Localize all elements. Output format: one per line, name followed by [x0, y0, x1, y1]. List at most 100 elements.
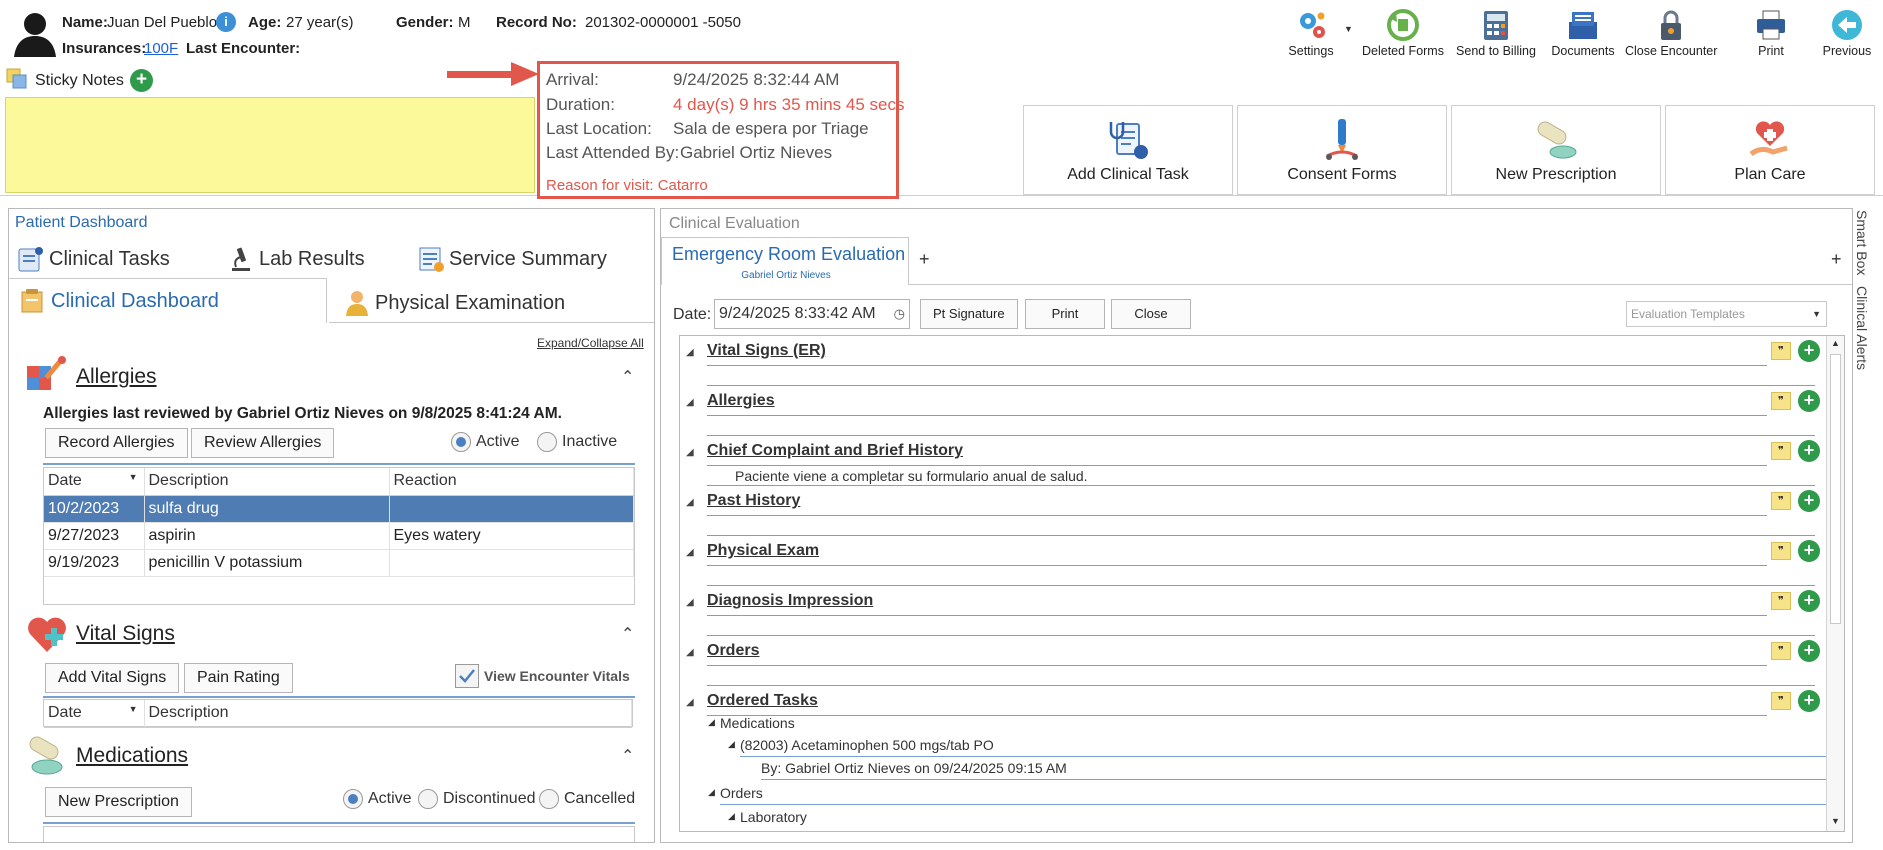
- tree-expand-icon[interactable]: ◢: [708, 717, 715, 728]
- medications-section-title[interactable]: Medications: [76, 744, 188, 768]
- add-clinical-task-button[interactable]: Add Clinical Task: [1023, 105, 1233, 195]
- tab-emergency-room-evaluation[interactable]: Emergency Room Evaluation Gabriel Ortiz …: [661, 237, 909, 285]
- vitals-divider: [43, 696, 635, 698]
- allergies-inactive-radio[interactable]: Inactive: [537, 432, 617, 452]
- view-encounter-vitals-checkbox[interactable]: View Encounter Vitals: [455, 664, 630, 688]
- tab-clinical-dashboard[interactable]: Clinical Dashboard: [9, 278, 327, 323]
- add-entry-button[interactable]: +: [1798, 540, 1820, 562]
- evaluation-print-button[interactable]: Print: [1025, 299, 1105, 329]
- add-sticky-note-button[interactable]: +: [130, 69, 153, 92]
- add-entry-button[interactable]: +: [1798, 590, 1820, 612]
- tree-expand-icon[interactable]: ◢: [728, 739, 735, 750]
- insurance-link[interactable]: 100F: [144, 40, 178, 57]
- tab-clinical-tasks[interactable]: Clinical Tasks: [17, 245, 170, 273]
- send-to-billing-button[interactable]: Send to Billing: [1450, 6, 1542, 66]
- deleted-forms-button[interactable]: Deleted Forms: [1357, 6, 1449, 66]
- settings-dropdown-icon[interactable]: ▼: [1344, 24, 1353, 34]
- medications-discontinued-radio[interactable]: Discontinued: [418, 789, 536, 809]
- expand-triangle-icon[interactable]: ◢: [686, 547, 694, 558]
- table-row[interactable]: 9/19/2023 penicillin V potassium: [44, 549, 634, 577]
- add-tab-right-button[interactable]: +: [1831, 249, 1842, 270]
- smart-box-tab[interactable]: Smart Box: [1854, 210, 1870, 275]
- section-rule: [707, 565, 1767, 566]
- expand-triangle-icon[interactable]: ◢: [686, 497, 694, 508]
- sticky-notes-area[interactable]: [5, 97, 535, 193]
- record-allergies-button[interactable]: Record Allergies: [45, 428, 188, 458]
- comment-icon[interactable]: ❞: [1771, 392, 1791, 410]
- col-date[interactable]: Date ▼: [44, 468, 145, 496]
- scroll-down-icon[interactable]: ▼: [1831, 816, 1840, 826]
- section-title[interactable]: Vital Signs (ER): [707, 342, 826, 360]
- expand-collapse-all-link[interactable]: Expand/Collapse All: [537, 336, 644, 350]
- comment-icon[interactable]: ❞: [1771, 442, 1791, 460]
- table-row[interactable]: 9/27/2023 aspirin Eyes watery: [44, 522, 634, 550]
- add-entry-button[interactable]: +: [1798, 490, 1820, 512]
- tree-expand-icon[interactable]: ◢: [708, 787, 715, 798]
- tab-lab-results[interactable]: Lab Results: [227, 245, 365, 273]
- expand-triangle-icon[interactable]: ◢: [686, 397, 694, 408]
- add-entry-button[interactable]: +: [1798, 440, 1820, 462]
- tab-physical-examination[interactable]: Physical Examination: [329, 284, 654, 323]
- settings-button[interactable]: Settings: [1265, 6, 1357, 66]
- consent-forms-button[interactable]: Consent Forms: [1237, 105, 1447, 195]
- chief-complaint-text: Paciente viene a completar su formulario…: [735, 468, 1088, 484]
- plan-care-button[interactable]: Plan Care: [1665, 105, 1875, 195]
- medications-collapse-icon[interactable]: ⌃: [621, 746, 634, 766]
- medications-cancelled-radio[interactable]: Cancelled: [539, 789, 635, 809]
- tree-expand-icon[interactable]: ◢: [728, 811, 735, 822]
- expand-triangle-icon[interactable]: ◢: [686, 647, 694, 658]
- comment-icon[interactable]: ❞: [1771, 642, 1791, 660]
- section-title[interactable]: Orders: [707, 642, 759, 660]
- vital-signs-collapse-icon[interactable]: ⌃: [621, 624, 634, 644]
- new-prescription-button[interactable]: New Prescription: [45, 787, 192, 817]
- date-field[interactable]: 9/24/2025 8:33:42 AM ◷: [714, 299, 910, 329]
- table-row[interactable]: 10/2/2023 sulfa drug: [44, 495, 634, 523]
- comment-icon[interactable]: ❞: [1771, 492, 1791, 510]
- comment-icon[interactable]: ❞: [1771, 592, 1791, 610]
- comment-icon[interactable]: ❞: [1771, 692, 1791, 710]
- allergies-section-title[interactable]: Allergies: [76, 365, 157, 389]
- expand-triangle-icon[interactable]: ◢: [686, 347, 694, 358]
- previous-button[interactable]: Previous: [1802, 6, 1883, 66]
- expand-triangle-icon[interactable]: ◢: [686, 597, 694, 608]
- pt-signature-button[interactable]: Pt Signature: [920, 299, 1018, 329]
- col-date[interactable]: Date ▼: [44, 700, 145, 728]
- section-title[interactable]: Allergies: [707, 392, 775, 410]
- pain-rating-button[interactable]: Pain Rating: [184, 663, 293, 693]
- medications-active-radio[interactable]: Active: [343, 789, 412, 809]
- col-description[interactable]: Description: [144, 468, 390, 496]
- calendar-clock-icon[interactable]: ◷: [894, 300, 905, 328]
- patient-info-icon[interactable]: i: [216, 12, 236, 32]
- evaluation-close-button[interactable]: Close: [1111, 299, 1191, 329]
- expand-triangle-icon[interactable]: ◢: [686, 447, 694, 458]
- close-encounter-button[interactable]: Close Encounter: [1625, 6, 1717, 66]
- review-allergies-button[interactable]: Review Allergies: [191, 428, 335, 458]
- section-title[interactable]: Chief Complaint and Brief History: [707, 442, 963, 460]
- section-title[interactable]: Diagnosis Impression: [707, 592, 873, 610]
- section-title[interactable]: Ordered Tasks: [707, 692, 818, 710]
- col-reaction[interactable]: Reaction: [389, 468, 634, 496]
- allergies-active-radio[interactable]: Active: [451, 432, 520, 452]
- add-tab-button[interactable]: +: [919, 249, 930, 270]
- col-description[interactable]: Description: [144, 700, 632, 728]
- add-entry-button[interactable]: +: [1798, 340, 1820, 362]
- evaluation-scrollbar[interactable]: ▲ ▼: [1826, 336, 1844, 831]
- allergies-collapse-icon[interactable]: ⌃: [621, 367, 634, 387]
- new-prescription-tile-button[interactable]: New Prescription: [1451, 105, 1661, 195]
- documents-button[interactable]: Documents: [1537, 6, 1629, 66]
- evaluation-templates-select[interactable]: Evaluation Templates ▼: [1626, 301, 1827, 327]
- add-entry-button[interactable]: +: [1798, 390, 1820, 412]
- add-vital-signs-button[interactable]: Add Vital Signs: [45, 663, 180, 693]
- vital-signs-section-title[interactable]: Vital Signs: [76, 622, 175, 646]
- scroll-up-icon[interactable]: ▲: [1831, 338, 1840, 348]
- clinical-alerts-tab[interactable]: Clinical Alerts: [1854, 286, 1870, 370]
- add-entry-button[interactable]: +: [1798, 640, 1820, 662]
- expand-triangle-icon[interactable]: ◢: [686, 697, 694, 708]
- section-title[interactable]: Past History: [707, 492, 800, 510]
- comment-icon[interactable]: ❞: [1771, 342, 1791, 360]
- section-title[interactable]: Physical Exam: [707, 542, 819, 560]
- tab-service-summary[interactable]: Service Summary: [417, 245, 607, 273]
- comment-icon[interactable]: ❞: [1771, 542, 1791, 560]
- scrollbar-thumb[interactable]: [1830, 354, 1841, 624]
- add-entry-button[interactable]: +: [1798, 690, 1820, 712]
